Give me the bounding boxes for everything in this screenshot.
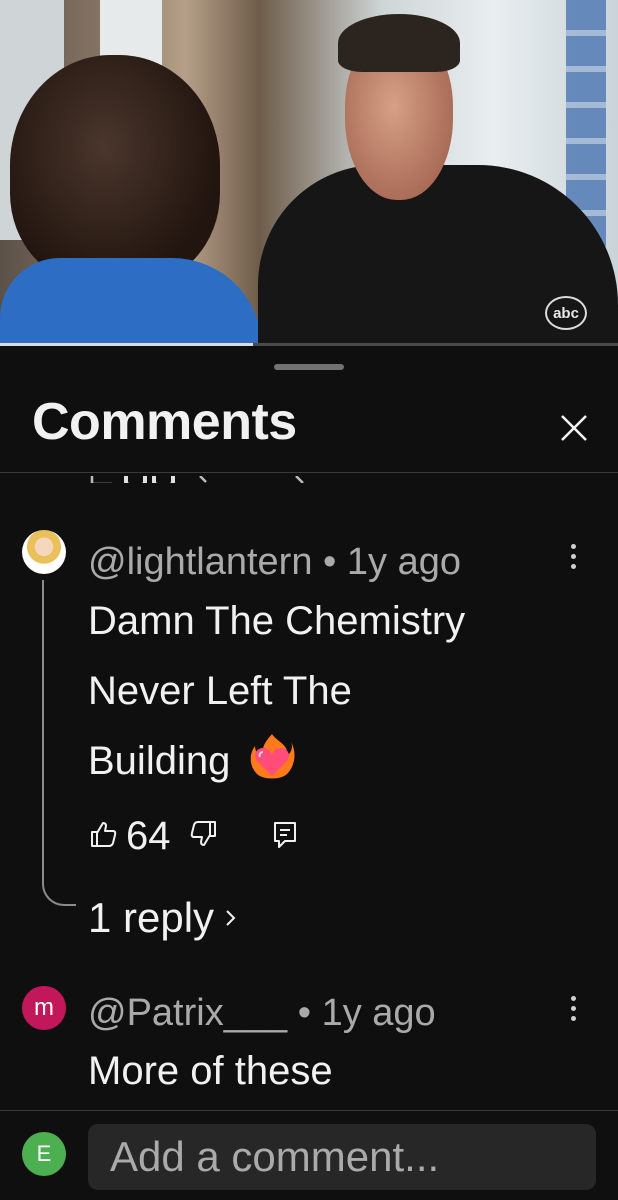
comment-actions: 64 xyxy=(88,814,299,858)
dislike-button[interactable] xyxy=(189,819,219,854)
person-hair-2 xyxy=(338,14,460,72)
heart-on-fire-emoji xyxy=(251,734,295,779)
like-icon xyxy=(91,821,117,847)
comment-author[interactable]: @lightlantern xyxy=(88,541,312,583)
add-comment-input[interactable] xyxy=(88,1124,596,1190)
reply-count: 1 reply xyxy=(88,894,215,941)
comment-meta: @Patrix___ • 1y ago xyxy=(88,992,436,1035)
user-avatar[interactable]: E xyxy=(22,1132,66,1176)
view-replies-button[interactable]: 1 reply xyxy=(88,894,238,942)
thread-line xyxy=(42,580,76,906)
comment-text-line: Damn The Chemistry xyxy=(88,599,466,643)
sheet-title: Comments xyxy=(32,393,297,451)
drag-handle[interactable] xyxy=(274,364,344,370)
person-hair xyxy=(10,55,220,285)
comment-text-line: Never Left The xyxy=(88,669,352,713)
previous-comment-actions xyxy=(0,473,618,483)
more-vert-icon xyxy=(568,544,578,569)
composer-divider xyxy=(0,1110,618,1111)
video-player[interactable]: abc xyxy=(0,0,618,345)
more-vert-icon xyxy=(568,996,578,1021)
close-button[interactable] xyxy=(550,404,598,452)
comment-text: Damn The Chemistry Never Left The Buildi… xyxy=(88,586,465,796)
reply-icon xyxy=(273,821,296,848)
like-button[interactable] xyxy=(88,819,118,854)
chevron-right-icon xyxy=(226,910,236,926)
comments-sheet: Comments @lightlantern • 1y ago Damn The… xyxy=(0,346,618,1200)
comment-text: More of these xyxy=(88,1049,333,1093)
comment-meta: @lightlantern • 1y ago xyxy=(88,541,461,584)
comment-author[interactable]: @Patrix___ xyxy=(88,992,287,1034)
close-icon xyxy=(561,415,587,441)
comment-text-line: Building xyxy=(88,726,465,796)
channel-logo: abc xyxy=(545,296,587,330)
avatar[interactable]: m xyxy=(22,986,66,1030)
comment-menu-button[interactable] xyxy=(568,996,578,1026)
meta-separator: • xyxy=(297,992,311,1034)
comment-age: 1y ago xyxy=(321,992,436,1034)
dislike-icon xyxy=(190,820,216,846)
reply-button[interactable] xyxy=(271,819,299,854)
comment-age: 1y ago xyxy=(346,541,462,583)
meta-separator: • xyxy=(323,541,337,583)
person-shirt xyxy=(0,258,262,345)
like-count: 64 xyxy=(126,813,171,858)
comment-menu-button[interactable] xyxy=(568,544,578,574)
avatar[interactable] xyxy=(22,530,66,574)
